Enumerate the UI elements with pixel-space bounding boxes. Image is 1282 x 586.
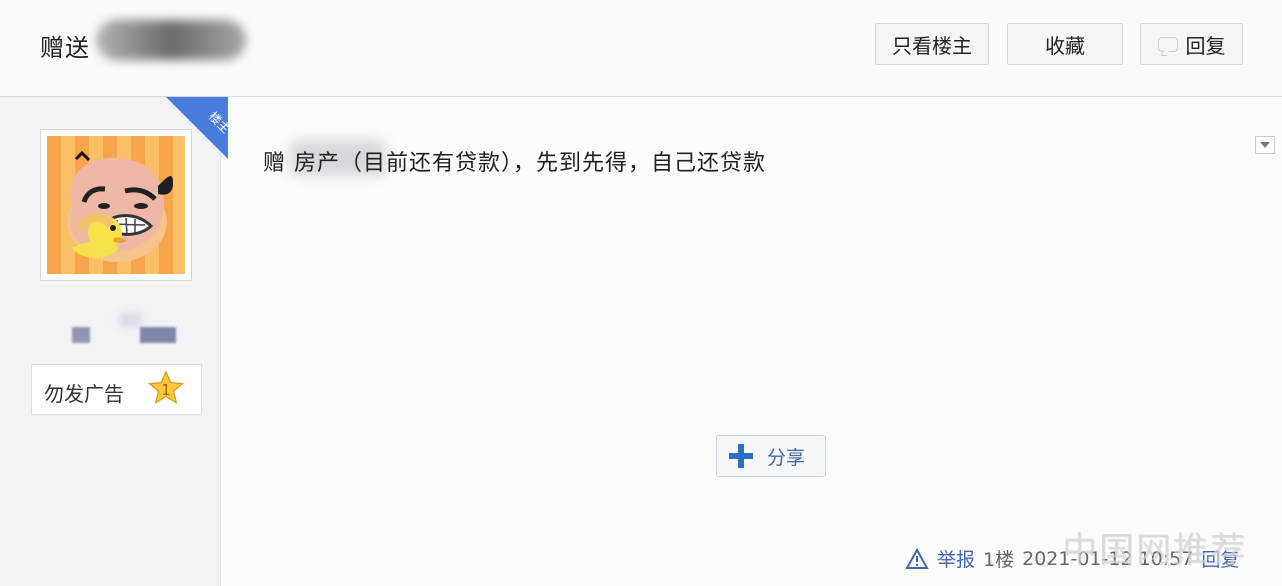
floor-number: 1楼 — [983, 549, 1015, 571]
warning-icon — [905, 547, 929, 569]
post-options-dropdown[interactable] — [1255, 136, 1275, 154]
post-content: 赠 房产（目前还有贷款），先到先得，自己还贷款 — [263, 151, 766, 176]
comment-bubble-icon — [1157, 36, 1178, 52]
watermark: 中国网推荐 — [1062, 531, 1248, 571]
level-star-icon: 1 — [147, 370, 185, 405]
reply-button[interactable]: 回复 — [1140, 23, 1243, 65]
share-button-label: 分享 — [767, 446, 806, 469]
avatar-image — [47, 136, 185, 274]
plus-icon — [729, 444, 753, 468]
only-op-button[interactable]: 只看楼主 — [875, 23, 989, 65]
username-redaction-blur-2 — [120, 313, 142, 327]
cartoon-avatar-icon — [67, 150, 173, 262]
username-redaction-blur-1 — [72, 327, 90, 343]
user-level-badge: 勿发广告 1 — [31, 364, 202, 415]
level-title: 勿发广告 — [44, 382, 124, 406]
thread-title: 赠送 — [40, 34, 90, 62]
share-button[interactable]: 分享 — [716, 435, 826, 477]
favorite-button-label: 收藏 — [1045, 33, 1085, 58]
level-number: 1 — [161, 381, 171, 399]
favorite-button[interactable]: 收藏 — [1007, 23, 1123, 65]
report-link[interactable]: 举报 — [937, 545, 975, 572]
op-ribbon: 楼主 — [166, 97, 228, 159]
username-redaction-blur-3 — [140, 327, 176, 343]
thread-header: 赠送 只看楼主 收藏 回复 — [0, 0, 1282, 97]
title-redaction-blur — [96, 20, 246, 60]
reply-button-label: 回复 — [1185, 33, 1226, 58]
only-op-button-label: 只看楼主 — [892, 33, 972, 58]
